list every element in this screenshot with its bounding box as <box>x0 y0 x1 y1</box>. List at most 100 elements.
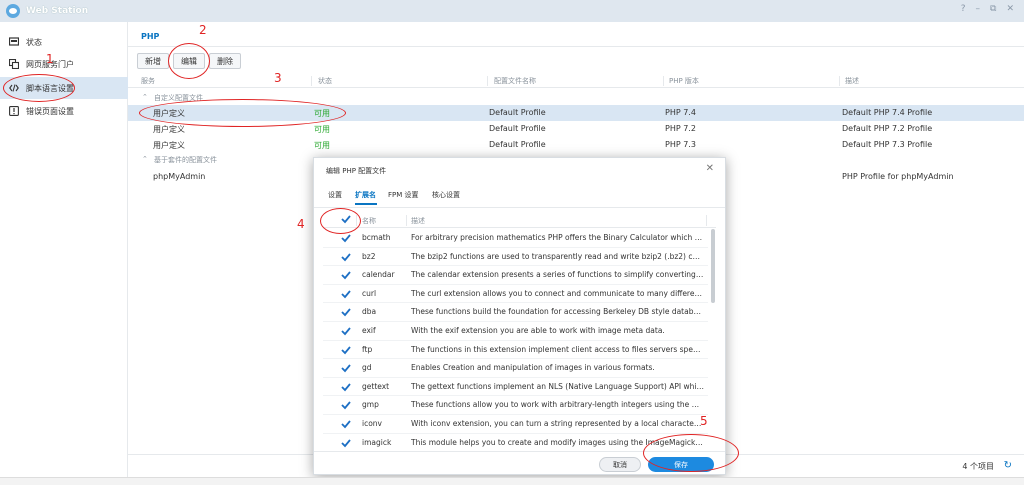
group-label: 基于套件的配置文件 <box>154 156 217 164</box>
column-divider <box>663 76 664 86</box>
column-header-status[interactable]: 状态 <box>318 76 332 86</box>
add-button[interactable]: 新增 <box>137 53 169 69</box>
checkbox-checked-icon[interactable] <box>341 233 351 243</box>
checkbox-checked-icon[interactable] <box>341 307 351 317</box>
app-title: Web Station <box>26 6 89 16</box>
window-controls: ? – ⧉ ✕ <box>961 4 1014 14</box>
cell-service: 用户定义 <box>153 125 185 134</box>
sidebar-item-portal[interactable]: 网页服务门户 <box>0 53 128 75</box>
close-icon[interactable]: ✕ <box>706 163 714 174</box>
cell-service: phpMyAdmin <box>153 172 206 181</box>
annotation-circle <box>320 208 361 234</box>
dialog-tab-divider <box>314 207 725 208</box>
extension-description: Enables Creation and manipulation of ima… <box>411 363 655 373</box>
cell-description: Default PHP 7.3 Profile <box>842 140 933 149</box>
extension-name: exif <box>362 326 376 335</box>
extension-description: With the exif extension you are able to … <box>411 326 665 335</box>
scrollbar[interactable] <box>711 229 715 303</box>
extension-name: gettext <box>362 381 390 391</box>
checkbox-checked-icon[interactable] <box>341 345 351 355</box>
extension-description: The functions in this extension implemen… <box>411 344 704 354</box>
sidebar-item-label: 错误页面设置 <box>26 106 74 116</box>
extension-row[interactable]: ftp The functions in this extension imple… <box>323 341 708 360</box>
cell-version: PHP 7.2 <box>665 124 696 133</box>
column-header-profile[interactable]: 配置文件名称 <box>494 76 536 86</box>
checkbox-checked-icon[interactable] <box>341 419 351 429</box>
close-button[interactable]: ✕ <box>1006 4 1014 14</box>
column-divider <box>839 76 840 86</box>
title-bar: Web Station ? – ⧉ ✕ <box>0 0 1024 22</box>
column-header-description[interactable]: 描述 <box>411 216 425 226</box>
extension-name: gmp <box>362 400 379 410</box>
extension-row[interactable]: exif With the exif extension you are able… <box>323 322 708 341</box>
column-divider <box>706 215 707 226</box>
restore-button[interactable]: ⧉ <box>990 4 996 14</box>
extension-row[interactable]: calendar The calendar extension presents … <box>323 266 708 285</box>
cell-status: 可用 <box>314 125 330 134</box>
tab-divider <box>128 46 1024 47</box>
cancel-button[interactable]: 取消 <box>599 457 641 472</box>
table-header: 服务 状态 配置文件名称 PHP 版本 描述 <box>128 74 1024 88</box>
help-button[interactable]: ? <box>961 4 966 14</box>
extension-row[interactable]: gd Enables Creation and manipulation of i… <box>323 359 708 378</box>
checkbox-checked-icon[interactable] <box>341 438 351 448</box>
delete-button[interactable]: 删除 <box>209 53 241 69</box>
tab-php[interactable]: PHP <box>141 32 159 41</box>
extension-name: gd <box>362 363 372 373</box>
column-header-description[interactable]: 描述 <box>845 76 859 86</box>
cell-profile: Default Profile <box>489 108 546 117</box>
extension-name: bz2 <box>362 251 376 261</box>
checkbox-checked-icon[interactable] <box>341 363 351 373</box>
extension-description: These functions allow you to work with a… <box>411 400 704 410</box>
checkbox-checked-icon[interactable] <box>341 270 351 280</box>
extension-description: With iconv extension, you can turn a str… <box>411 419 704 428</box>
annotation-number: 1 <box>46 52 54 66</box>
error-page-icon <box>9 106 19 116</box>
column-header-service[interactable]: 服务 <box>141 76 155 86</box>
column-divider <box>406 215 407 226</box>
extension-row[interactable]: dba These functions build the foundation … <box>323 303 708 322</box>
os-taskbar <box>0 477 1024 485</box>
tab-core-settings[interactable]: 核心设置 <box>432 190 460 200</box>
column-divider <box>311 76 312 86</box>
column-header-version[interactable]: PHP 版本 <box>669 76 699 86</box>
extension-row[interactable]: curl The curl extension allows you to con… <box>323 285 708 304</box>
web-station-logo-icon <box>6 4 20 18</box>
checkbox-checked-icon[interactable] <box>341 382 351 392</box>
extension-row[interactable]: gmp These functions allow you to work wit… <box>323 396 708 415</box>
item-count: 4 个项目 <box>962 462 994 471</box>
minimize-button[interactable]: – <box>976 4 981 14</box>
extension-name: dba <box>362 307 377 317</box>
cell-service: 用户定义 <box>153 141 185 150</box>
extension-name: calendar <box>362 270 395 280</box>
column-header-name[interactable]: 名称 <box>362 216 376 226</box>
extension-row[interactable]: iconv With iconv extension, you can turn … <box>323 415 708 434</box>
checkbox-checked-icon[interactable] <box>341 326 351 336</box>
cell-version: PHP 7.3 <box>665 140 696 149</box>
checkbox-checked-icon[interactable] <box>341 289 351 299</box>
sidebar-item-status[interactable]: 状态 <box>0 31 128 53</box>
column-divider <box>487 76 488 86</box>
extension-description: The curl extension allows you to connect… <box>411 288 704 298</box>
extension-row[interactable]: gettext The gettext functions implement a… <box>323 378 708 397</box>
refresh-icon[interactable]: ↻ <box>1004 460 1012 471</box>
cell-profile: Default Profile <box>489 124 546 133</box>
table-row[interactable]: 用户定义 可用 Default Profile PHP 7.3 Default … <box>128 137 1024 153</box>
annotation-number: 5 <box>700 414 708 428</box>
annotation-number: 2 <box>199 23 207 37</box>
collapse-icon: ⌃ <box>142 155 148 163</box>
extension-row[interactable]: bz2 The bzip2 functions are used to trans… <box>323 248 708 267</box>
tab-extensions[interactable]: 扩展名 <box>355 190 376 200</box>
checkbox-checked-icon[interactable] <box>341 400 351 410</box>
extension-row[interactable]: bcmath For arbitrary precision mathematic… <box>323 229 708 248</box>
extension-description: These functions build the foundation for… <box>411 307 704 317</box>
checkbox-checked-icon[interactable] <box>341 252 351 262</box>
tab-fpm-settings[interactable]: FPM 设置 <box>388 190 419 200</box>
extension-description: The calendar extension presents a series… <box>411 270 704 280</box>
extension-description: The bzip2 functions are used to transpar… <box>411 251 704 261</box>
cell-description: Default PHP 7.4 Profile <box>842 108 933 117</box>
extension-description: The gettext functions implement an NLS (… <box>411 381 704 391</box>
sidebar-item-error-page[interactable]: 错误页面设置 <box>0 100 128 122</box>
tab-settings[interactable]: 设置 <box>328 190 342 200</box>
annotation-circle <box>139 99 346 127</box>
